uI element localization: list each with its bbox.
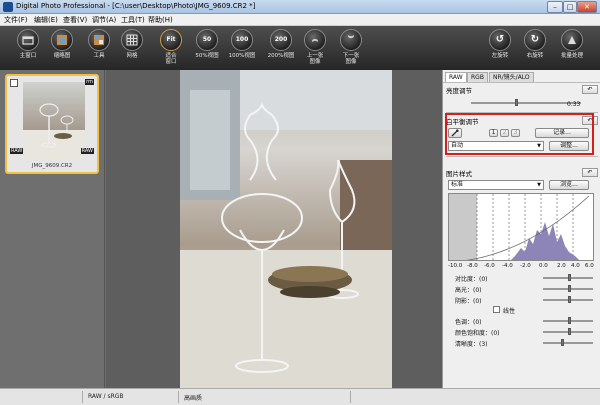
status-divider	[350, 391, 351, 403]
menu-bar: 文件(F) 编辑(E) 查看(V) 调节(A) 工具(T) 帮助(H)	[0, 14, 600, 26]
brightness-section: 亮度调节 ↶	[446, 85, 598, 95]
picture-style-undo-button[interactable]: ↶	[582, 168, 598, 177]
tab-raw[interactable]: RAW	[445, 72, 467, 82]
sharpness-slider[interactable]	[543, 342, 593, 344]
menu-file[interactable]: 文件(F)	[4, 15, 28, 25]
minimize-button[interactable]: –	[547, 1, 563, 13]
contrast-slider-handle[interactable]	[568, 274, 571, 281]
main-image-view[interactable]	[180, 70, 392, 388]
picture-style-section: 图片样式 ↶	[446, 168, 598, 178]
white-balance-highlight	[445, 113, 594, 155]
canvas-background-right	[392, 70, 442, 388]
thumbnail-button[interactable]: 缩略图	[42, 29, 82, 69]
highlight-slider-handle[interactable]	[568, 285, 571, 292]
toolbar: 主窗口 缩略图 工具 网格 Fit 适合 窗口 50 50%视图 100 100…	[0, 26, 600, 70]
title-bar: Digital Photo Professional - [C:\user\De…	[0, 0, 600, 14]
shadow-label: 阴影：(0)	[455, 298, 482, 305]
tab-rgb[interactable]: RGB	[467, 72, 488, 82]
next-image-button[interactable]: ︾ 下一张 图像	[331, 29, 371, 69]
zoom-200-icon: 200	[270, 29, 292, 51]
batch-process-button[interactable]: 批量处理	[552, 29, 592, 69]
highlight-label: 高光：(0)	[455, 287, 482, 294]
brightness-title: 亮度调节	[446, 87, 472, 95]
select-checkbox[interactable]	[10, 79, 18, 87]
axis-label: 6.0	[585, 263, 594, 269]
tab-nr-lens-alo[interactable]: NR/镜头/ALO	[489, 72, 534, 82]
thumbnail-image	[23, 82, 85, 160]
toolbox-icon	[88, 29, 110, 51]
saturation-label: 颜色饱和度：(0)	[455, 330, 500, 337]
picture-style-select[interactable]: 标准 ▼	[448, 180, 544, 190]
axis-label: -6.0	[484, 263, 495, 269]
contrast-label: 对比度：(0)	[455, 276, 488, 283]
rotate-left-button[interactable]: ↺ 左旋转	[480, 29, 520, 69]
axis-label: 0.0	[539, 263, 548, 269]
tab-divider	[443, 82, 600, 83]
edit-badge: rm	[85, 79, 94, 85]
raw-badge-right: RAW	[80, 148, 94, 154]
axis-label: -4.0	[502, 263, 513, 269]
rotate-right-icon: ↻	[524, 29, 546, 51]
status-divider	[82, 391, 83, 403]
rotate-right-button[interactable]: ↻ 右旋转	[515, 29, 555, 69]
status-bar: RAW / sRGB 高画质	[0, 388, 600, 405]
fit-window-icon: Fit	[160, 29, 182, 51]
zoom-100-icon: 100	[231, 29, 253, 51]
zoom-50-button[interactable]: 50 50%视图	[187, 29, 227, 69]
brightness-slider[interactable]	[471, 102, 581, 104]
zoom-100-button[interactable]: 100 100%视图	[222, 29, 262, 69]
menu-help[interactable]: 帮助(H)	[148, 15, 173, 25]
thumbnail-panel: rm RAW RAW JMG_9609.CR2	[0, 70, 105, 388]
thumbnail-filename: JMG_9609.CR2	[31, 163, 73, 169]
axis-label: 2.0	[557, 263, 566, 269]
thumbnail-icon	[51, 29, 73, 51]
axis-label: -10.0	[448, 263, 463, 269]
brightness-undo-button[interactable]: ↶	[582, 85, 598, 94]
status-quality: 高画质	[184, 395, 203, 402]
fit-window-button[interactable]: Fit 适合 窗口	[151, 29, 191, 69]
sharpness-slider-handle[interactable]	[561, 339, 564, 346]
chevron-down-icon: ▼	[537, 182, 541, 188]
shadow-slider-handle[interactable]	[568, 296, 571, 303]
status-divider	[178, 391, 179, 403]
axis-label: -2.0	[520, 263, 531, 269]
grid-button[interactable]: 网格	[112, 29, 152, 69]
thumbnail-item[interactable]: rm RAW RAW JMG_9609.CR2	[5, 74, 99, 174]
menu-tools[interactable]: 工具(T)	[121, 15, 145, 25]
picture-style-title: 图片样式	[446, 170, 472, 178]
previous-image-button[interactable]: ︽ 上一张 图像	[295, 29, 335, 69]
canvas-background-left	[106, 70, 180, 388]
zoom-50-icon: 50	[196, 29, 218, 51]
axis-label: 4.0	[571, 263, 580, 269]
close-button[interactable]: ✕	[577, 1, 597, 13]
sharpness-label: 清晰度：(3)	[455, 341, 488, 348]
menu-view[interactable]: 查看(V)	[63, 15, 87, 25]
window-title: Digital Photo Professional - [C:\user\De…	[16, 2, 256, 10]
photo-content	[180, 70, 392, 388]
menu-adjust[interactable]: 调节(A)	[92, 15, 116, 25]
batch-icon	[561, 29, 583, 51]
chevron-up-icon: ︽	[304, 29, 326, 51]
histogram[interactable]	[448, 193, 594, 261]
axis-label: -8.0	[467, 263, 478, 269]
brightness-slider-handle[interactable]	[515, 99, 518, 106]
linear-checkbox[interactable]	[493, 306, 500, 313]
histogram-graph	[449, 194, 590, 260]
maximize-button[interactable]: □	[563, 1, 577, 13]
linear-label: 线性	[503, 308, 516, 315]
home-icon	[17, 29, 39, 51]
picture-style-browse-button[interactable]: 浏览...	[549, 180, 589, 190]
section-divider	[446, 156, 598, 157]
rotate-left-icon: ↺	[489, 29, 511, 51]
raw-badge-left: RAW	[10, 148, 24, 154]
tone-label: 色调：(0)	[455, 319, 482, 326]
chevron-down-icon: ︾	[340, 29, 362, 51]
grid-icon	[121, 29, 143, 51]
saturation-slider-handle[interactable]	[568, 328, 571, 335]
menu-edit[interactable]: 编辑(E)	[34, 15, 58, 25]
app-icon	[3, 2, 13, 12]
status-color-space: RAW / sRGB	[88, 393, 124, 400]
brightness-value: 0.33	[567, 101, 581, 108]
tone-slider-handle[interactable]	[568, 317, 571, 324]
